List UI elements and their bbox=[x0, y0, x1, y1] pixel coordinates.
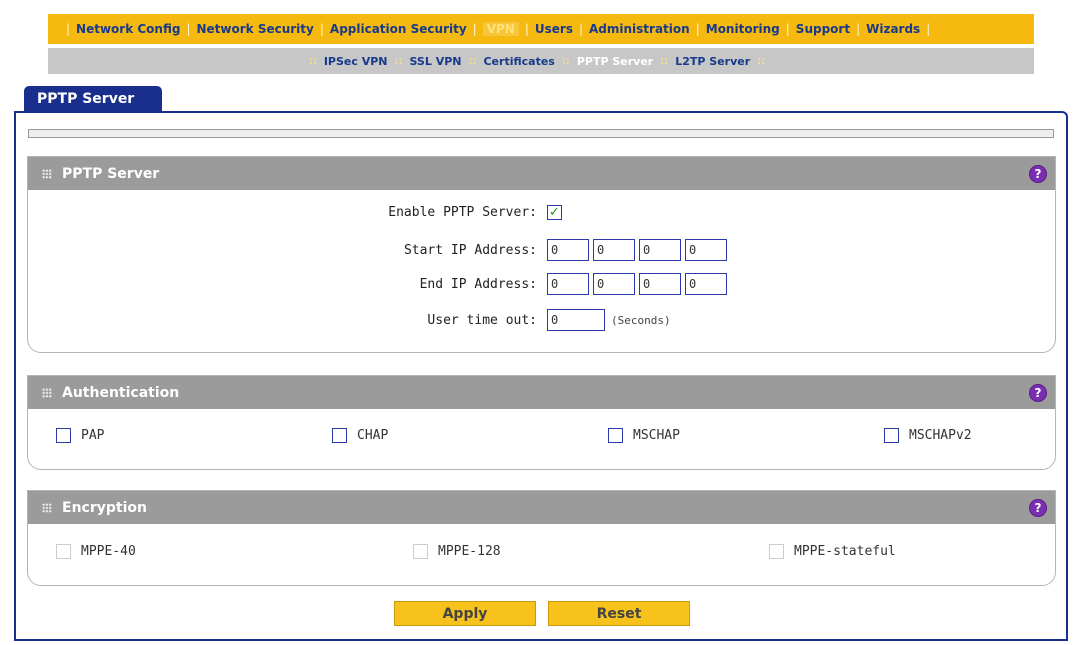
end-ip-octet-3[interactable] bbox=[639, 273, 681, 295]
help-icon[interactable]: ? bbox=[1029, 384, 1047, 402]
mppe-stateful-checkbox[interactable] bbox=[769, 544, 784, 559]
end-ip-row: End IP Address: bbox=[337, 273, 727, 295]
help-icon[interactable]: ? bbox=[1029, 165, 1047, 183]
subnav-pptp-server[interactable]: PPTP Server bbox=[577, 55, 653, 68]
section-header: Encryption ? bbox=[28, 491, 1055, 524]
enc-option-mppe-stateful: MPPE-stateful bbox=[769, 544, 896, 559]
authentication-section: Authentication ? PAP CHAP MSCHAP MSCHAPv… bbox=[27, 375, 1056, 470]
mppe-40-checkbox[interactable] bbox=[56, 544, 71, 559]
subnav-ssl-vpn[interactable]: SSL VPN bbox=[410, 55, 462, 68]
nav-separator: | bbox=[524, 22, 529, 36]
section-header: Authentication ? bbox=[28, 376, 1055, 409]
auth-option-pap: PAP bbox=[56, 428, 104, 443]
pap-label: PAP bbox=[81, 428, 105, 443]
nav-separator: | bbox=[856, 22, 861, 36]
nav-separator: | bbox=[319, 22, 324, 36]
auth-option-mschapv2: MSCHAPv2 bbox=[884, 428, 972, 443]
end-ip-octet-4[interactable] bbox=[685, 273, 727, 295]
pap-checkbox[interactable] bbox=[56, 428, 71, 443]
start-ip-octet-1[interactable] bbox=[547, 239, 589, 261]
message-bar bbox=[28, 129, 1054, 138]
subnav-separator: :: bbox=[561, 55, 570, 67]
help-icon[interactable]: ? bbox=[1029, 499, 1047, 517]
nav-vpn[interactable]: VPN bbox=[482, 22, 519, 36]
start-ip-label: Start IP Address: bbox=[403, 242, 537, 258]
pptp-server-section: PPTP Server ? Enable PPTP Server: Start … bbox=[27, 156, 1056, 353]
subnav-separator: :: bbox=[468, 55, 477, 67]
mschap-label: MSCHAP bbox=[633, 428, 680, 443]
mschap-checkbox[interactable] bbox=[608, 428, 623, 443]
nav-separator: | bbox=[66, 22, 71, 36]
section-title: PPTP Server bbox=[62, 165, 160, 182]
auth-option-mschap: MSCHAP bbox=[608, 428, 680, 443]
main-panel: PPTP Server ? Enable PPTP Server: Start … bbox=[14, 111, 1068, 641]
apply-button[interactable]: Apply bbox=[394, 601, 536, 626]
nav-separator: | bbox=[695, 22, 700, 36]
mschapv2-label: MSCHAPv2 bbox=[909, 428, 972, 443]
reset-button[interactable]: Reset bbox=[548, 601, 690, 626]
start-ip-octet-4[interactable] bbox=[685, 239, 727, 261]
enable-row: Enable PPTP Server: bbox=[337, 205, 562, 220]
enable-pptp-label: Enable PPTP Server: bbox=[388, 205, 537, 220]
subnav-certificates[interactable]: Certificates bbox=[483, 55, 554, 68]
nav-separator: | bbox=[578, 22, 584, 36]
user-timeout-label: User time out: bbox=[427, 312, 537, 328]
subnav-separator: :: bbox=[660, 55, 669, 67]
top-navigation-bar: | Network Config | Network Security | Ap… bbox=[48, 14, 1034, 44]
mschapv2-checkbox[interactable] bbox=[884, 428, 899, 443]
nav-network-config[interactable]: Network Config bbox=[76, 22, 180, 36]
nav-wizards[interactable]: Wizards bbox=[866, 22, 920, 36]
subnav-separator: :: bbox=[308, 55, 317, 67]
enable-pptp-checkbox[interactable] bbox=[547, 205, 562, 220]
end-ip-octet-1[interactable] bbox=[547, 273, 589, 295]
subnav-l2tp-server[interactable]: L2TP Server bbox=[675, 55, 750, 68]
subnav-separator: :: bbox=[757, 55, 766, 67]
enc-option-mppe-40: MPPE-40 bbox=[56, 544, 136, 559]
start-ip-octet-3[interactable] bbox=[639, 239, 681, 261]
subnav-separator: :: bbox=[394, 55, 403, 67]
section-title: Authentication bbox=[62, 384, 180, 401]
section-title: Encryption bbox=[62, 499, 147, 516]
encryption-section: Encryption ? MPPE-40 MPPE-128 MPPE-state… bbox=[27, 490, 1056, 586]
mppe-128-checkbox[interactable] bbox=[413, 544, 428, 559]
nav-separator: | bbox=[472, 22, 477, 36]
auth-option-chap: CHAP bbox=[332, 428, 388, 443]
nav-separator: | bbox=[186, 22, 191, 36]
user-timeout-input[interactable] bbox=[547, 309, 605, 331]
start-ip-octet-2[interactable] bbox=[593, 239, 635, 261]
grip-icon bbox=[42, 502, 52, 513]
mppe-40-label: MPPE-40 bbox=[81, 544, 136, 559]
chap-label: CHAP bbox=[357, 428, 389, 443]
chap-checkbox[interactable] bbox=[332, 428, 347, 443]
mppe-128-label: MPPE-128 bbox=[438, 544, 501, 559]
grip-icon bbox=[42, 168, 52, 179]
start-ip-row: Start IP Address: bbox=[337, 239, 727, 261]
nav-users[interactable]: Users bbox=[535, 22, 573, 36]
nav-support[interactable]: Support bbox=[796, 22, 850, 36]
end-ip-label: End IP Address: bbox=[419, 276, 537, 292]
enc-option-mppe-128: MPPE-128 bbox=[413, 544, 501, 559]
mppe-stateful-label: MPPE-stateful bbox=[794, 544, 896, 559]
tab-pptp-server[interactable]: PPTP Server bbox=[24, 86, 162, 113]
section-header: PPTP Server ? bbox=[28, 157, 1055, 190]
nav-monitoring[interactable]: Monitoring bbox=[706, 22, 780, 36]
end-ip-octet-2[interactable] bbox=[593, 273, 635, 295]
grip-icon bbox=[42, 387, 52, 398]
nav-separator: | bbox=[785, 22, 790, 36]
nav-network-security[interactable]: Network Security bbox=[197, 22, 314, 36]
nav-administration[interactable]: Administration bbox=[589, 22, 690, 36]
sub-navigation-bar: :: IPSec VPN :: SSL VPN :: Certificates … bbox=[48, 48, 1034, 74]
nav-application-security[interactable]: Application Security bbox=[330, 22, 467, 36]
nav-separator: | bbox=[926, 22, 931, 36]
timeout-unit-label: (Seconds) bbox=[611, 313, 671, 327]
subnav-ipsec-vpn[interactable]: IPSec VPN bbox=[324, 55, 388, 68]
timeout-row: User time out: (Seconds) bbox=[337, 309, 671, 331]
